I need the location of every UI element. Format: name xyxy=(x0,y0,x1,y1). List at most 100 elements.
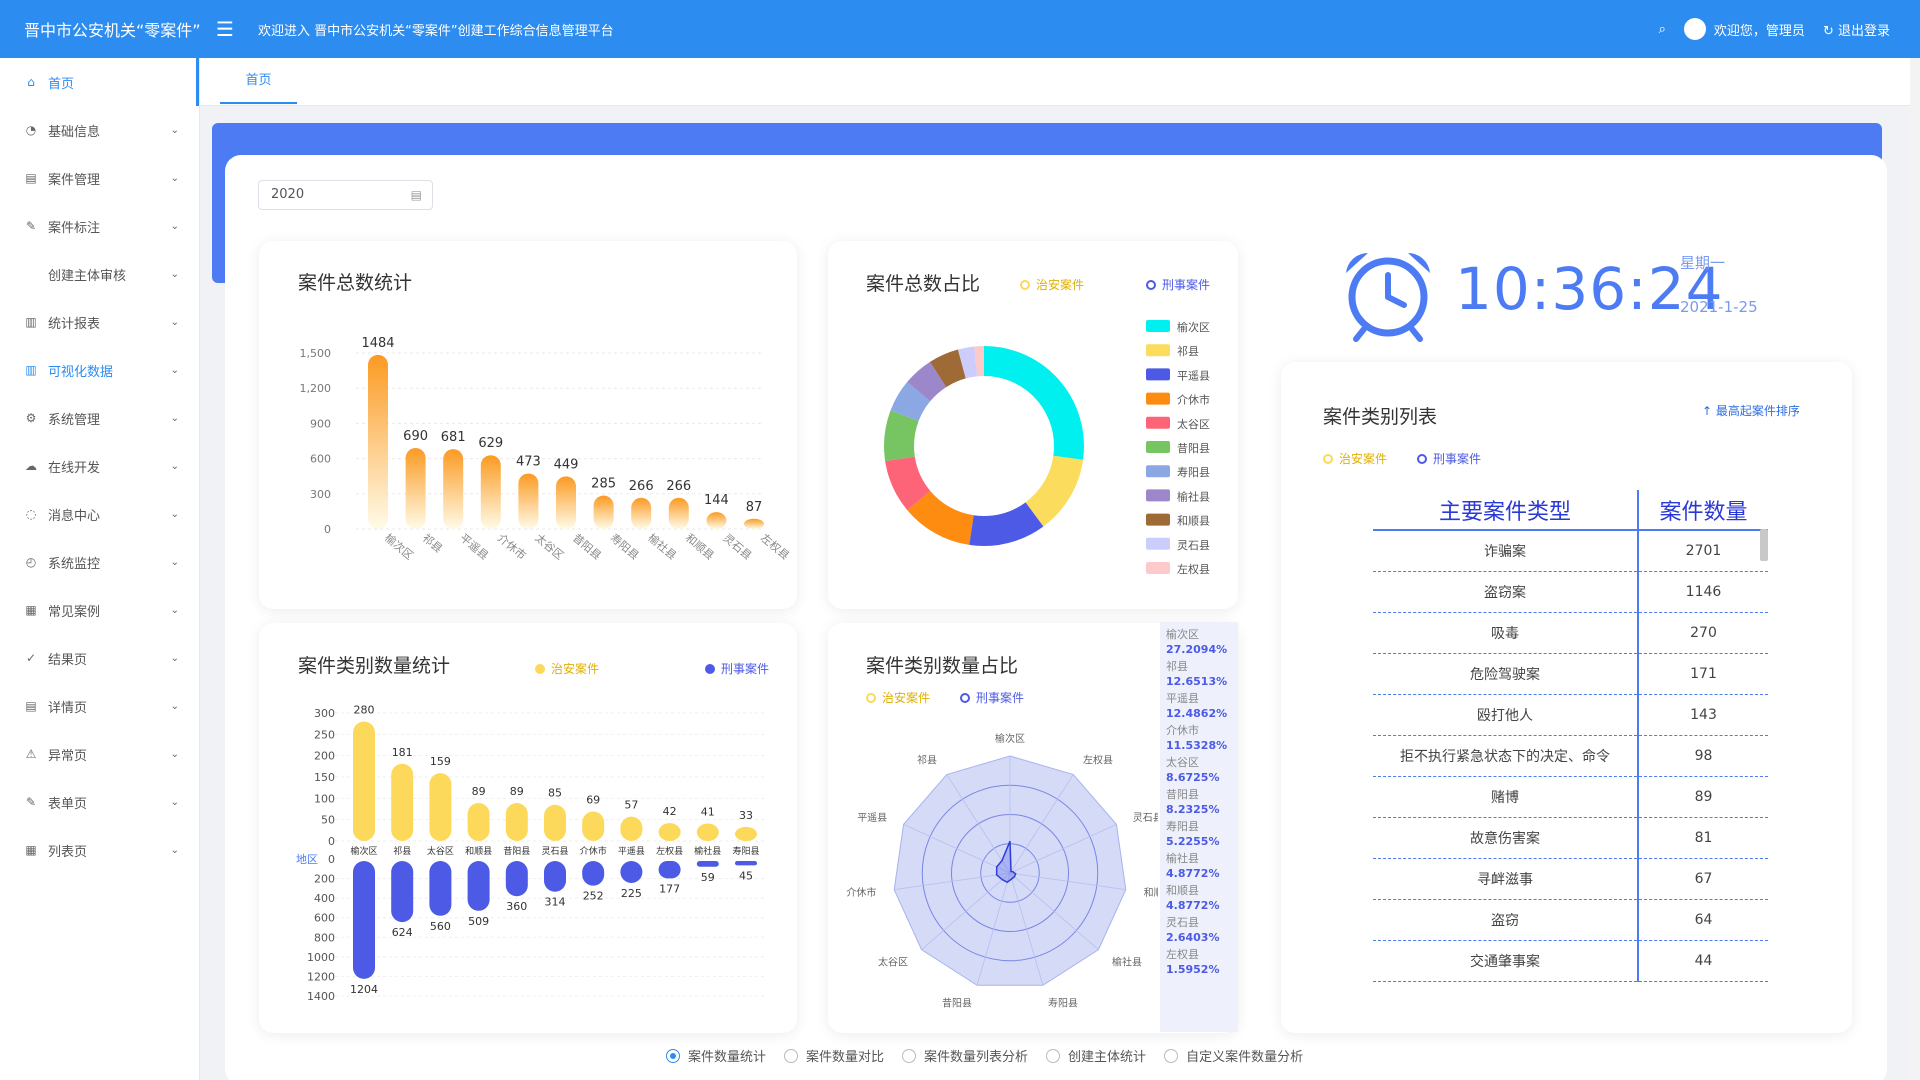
sidebar-item-12[interactable]: ✓ 结果页 ⌄ xyxy=(0,634,199,682)
sidebar-item-9[interactable]: ◌ 消息中心 ⌄ xyxy=(0,490,199,538)
bar[interactable] xyxy=(518,473,539,529)
sidebar-item-0[interactable]: ⌂ 首页 xyxy=(0,58,199,106)
bar-xingshi[interactable] xyxy=(505,861,528,897)
sidebar-item-8[interactable]: ☁ 在线开发 ⌄ xyxy=(0,442,199,490)
bar-zhian[interactable] xyxy=(505,803,528,841)
bar-xingshi[interactable] xyxy=(735,861,757,866)
bar-zhian[interactable] xyxy=(391,763,414,841)
bar[interactable] xyxy=(480,455,501,529)
ratio-value: 5.2255% xyxy=(1166,835,1220,848)
sidebar-item-10[interactable]: ◴ 系统监控 ⌄ xyxy=(0,538,199,586)
radio-option-4[interactable]: 自定义案件数量分析 xyxy=(1164,1046,1303,1065)
y-tick-label: 0 xyxy=(328,853,335,866)
bar[interactable] xyxy=(744,518,764,529)
bar[interactable] xyxy=(593,495,614,529)
bar-zhian[interactable] xyxy=(582,811,605,841)
logout-button[interactable]: ↻ 退出登录 xyxy=(1823,20,1890,39)
legend-swatch[interactable] xyxy=(1146,416,1170,429)
bar-xingshi[interactable] xyxy=(620,861,643,884)
sidebar-item-4[interactable]: 创建主体审核 ⌄ xyxy=(0,250,199,298)
legend-swatch[interactable] xyxy=(1146,368,1170,381)
table-row[interactable]: 盗窃 64 xyxy=(1373,899,1768,941)
bar[interactable] xyxy=(668,497,689,529)
bar-xingshi[interactable] xyxy=(353,861,375,979)
bar-zhian[interactable] xyxy=(696,823,719,841)
legend-swatch[interactable] xyxy=(1146,465,1170,478)
sidebar-item-1[interactable]: ◔ 基础信息 ⌄ xyxy=(0,106,199,154)
radio-option-1[interactable]: 案件数量对比 xyxy=(784,1046,884,1065)
table-row[interactable]: 诈骗案 2701 xyxy=(1373,530,1768,572)
table-row[interactable]: 寻衅滋事 67 xyxy=(1373,858,1768,900)
table-row[interactable]: 交通肇事案 44 xyxy=(1373,940,1768,982)
alarm-clock-icon xyxy=(1346,252,1430,342)
bar[interactable] xyxy=(405,448,426,529)
bar-zhian[interactable] xyxy=(544,804,566,841)
bar[interactable] xyxy=(443,449,464,529)
legend-swatch[interactable] xyxy=(1146,320,1170,332)
bar-zhian[interactable] xyxy=(467,803,490,841)
page-scrollbar[interactable] xyxy=(1910,58,1920,1080)
bar-xingshi[interactable] xyxy=(696,861,719,867)
sidebar-item-7[interactable]: ⚙ 系统管理 ⌄ xyxy=(0,394,199,442)
radio-option-3[interactable]: 创建主体统计 xyxy=(1046,1046,1146,1065)
table-row[interactable]: 殴打他人 143 xyxy=(1373,694,1768,736)
table-scrollbar[interactable] xyxy=(1760,529,1768,561)
legend-zhian[interactable]: 治安案件 xyxy=(1323,450,1387,467)
sidebar-item-13[interactable]: ▤ 详情页 ⌄ xyxy=(0,682,199,730)
sidebar-item-3[interactable]: ✎ 案件标注 ⌄ xyxy=(0,202,199,250)
legend-xingshi[interactable]: 刑事案件 xyxy=(1417,450,1481,467)
chevron-down-icon: ⌄ xyxy=(170,364,179,376)
bar-zhian[interactable] xyxy=(735,826,757,841)
table-row[interactable]: 故意伤害案 81 xyxy=(1373,817,1768,859)
table-row[interactable]: 吸毒 270 xyxy=(1373,612,1768,654)
bar-xingshi[interactable] xyxy=(467,861,490,911)
bar-xingshi[interactable] xyxy=(544,861,566,892)
bar-zhian[interactable] xyxy=(353,721,375,841)
radio-circle xyxy=(902,1048,917,1063)
ratio-list[interactable]: 榆次区 27.2094% 祁县 12.6513% 平遥县 12.4862% 介休市 11.53… xyxy=(1160,622,1238,1032)
bar-zhian[interactable] xyxy=(429,773,452,841)
bar[interactable] xyxy=(706,512,727,529)
sidebar-item-15[interactable]: ✎ 表单页 ⌄ xyxy=(0,778,199,826)
sidebar-item-16[interactable]: ▦ 列表页 ⌄ xyxy=(0,826,199,874)
legend-swatch[interactable] xyxy=(1146,562,1170,574)
bar-xingshi[interactable] xyxy=(391,861,414,923)
radio-option-2[interactable]: 案件数量列表分析 xyxy=(902,1046,1028,1065)
table-row[interactable]: 盗窃案 1146 xyxy=(1373,571,1768,613)
bar[interactable] xyxy=(631,497,652,529)
legend-swatch[interactable] xyxy=(1146,513,1170,526)
sort-link[interactable]: ↑ 最高起案件排序 xyxy=(1702,402,1800,419)
bar-xingshi[interactable] xyxy=(658,861,681,879)
ratio-value: 12.4862% xyxy=(1166,707,1228,720)
legend-swatch[interactable] xyxy=(1146,537,1170,550)
bar-xingshi[interactable] xyxy=(429,861,452,916)
user-menu[interactable]: 欢迎您，管理员 xyxy=(1683,18,1805,40)
sidebar-item-2[interactable]: ▤ 案件管理 ⌄ xyxy=(0,154,199,202)
legend-swatch[interactable] xyxy=(1146,441,1170,453)
table-row[interactable]: 赌博 89 xyxy=(1373,776,1768,818)
legend-swatch[interactable] xyxy=(1146,344,1170,357)
year-picker[interactable]: 2020 ▤ xyxy=(258,180,433,210)
bar[interactable] xyxy=(556,476,576,529)
search-icon[interactable]: ⌕ xyxy=(1659,22,1666,37)
sidebar-icon: ◌ xyxy=(25,507,37,521)
bar-zhian[interactable] xyxy=(658,823,681,841)
tab-home[interactable]: 首页 xyxy=(220,58,297,104)
sidebar-item-label: 异常页 xyxy=(48,748,88,764)
sidebar-item-14[interactable]: ⚠ 异常页 ⌄ xyxy=(0,730,199,778)
case-count-cell: 81 xyxy=(1638,817,1768,859)
table-row[interactable]: 危险驾驶案 171 xyxy=(1373,653,1768,695)
table-row[interactable]: 拒不执行紧急状态下的决定、命令 98 xyxy=(1373,735,1768,777)
radio-option-0[interactable]: 案件数量统计 xyxy=(666,1046,766,1065)
bar-xingshi[interactable] xyxy=(582,861,605,886)
sidebar-item-6[interactable]: ▥ 可视化数据 ⌄ xyxy=(0,346,199,394)
legend-swatch[interactable] xyxy=(1146,489,1170,502)
sidebar-item-11[interactable]: ▦ 常见案例 ⌄ xyxy=(0,586,199,634)
legend-swatch[interactable] xyxy=(1146,392,1170,405)
ratio-name: 昔阳县 xyxy=(1166,788,1199,801)
menu-toggle-icon[interactable]: ☰ xyxy=(216,17,244,41)
bar-zhian[interactable] xyxy=(620,816,643,841)
sidebar-item-5[interactable]: ▥ 统计报表 ⌄ xyxy=(0,298,199,346)
bar[interactable] xyxy=(368,354,388,529)
data-label: 89 xyxy=(472,785,486,798)
